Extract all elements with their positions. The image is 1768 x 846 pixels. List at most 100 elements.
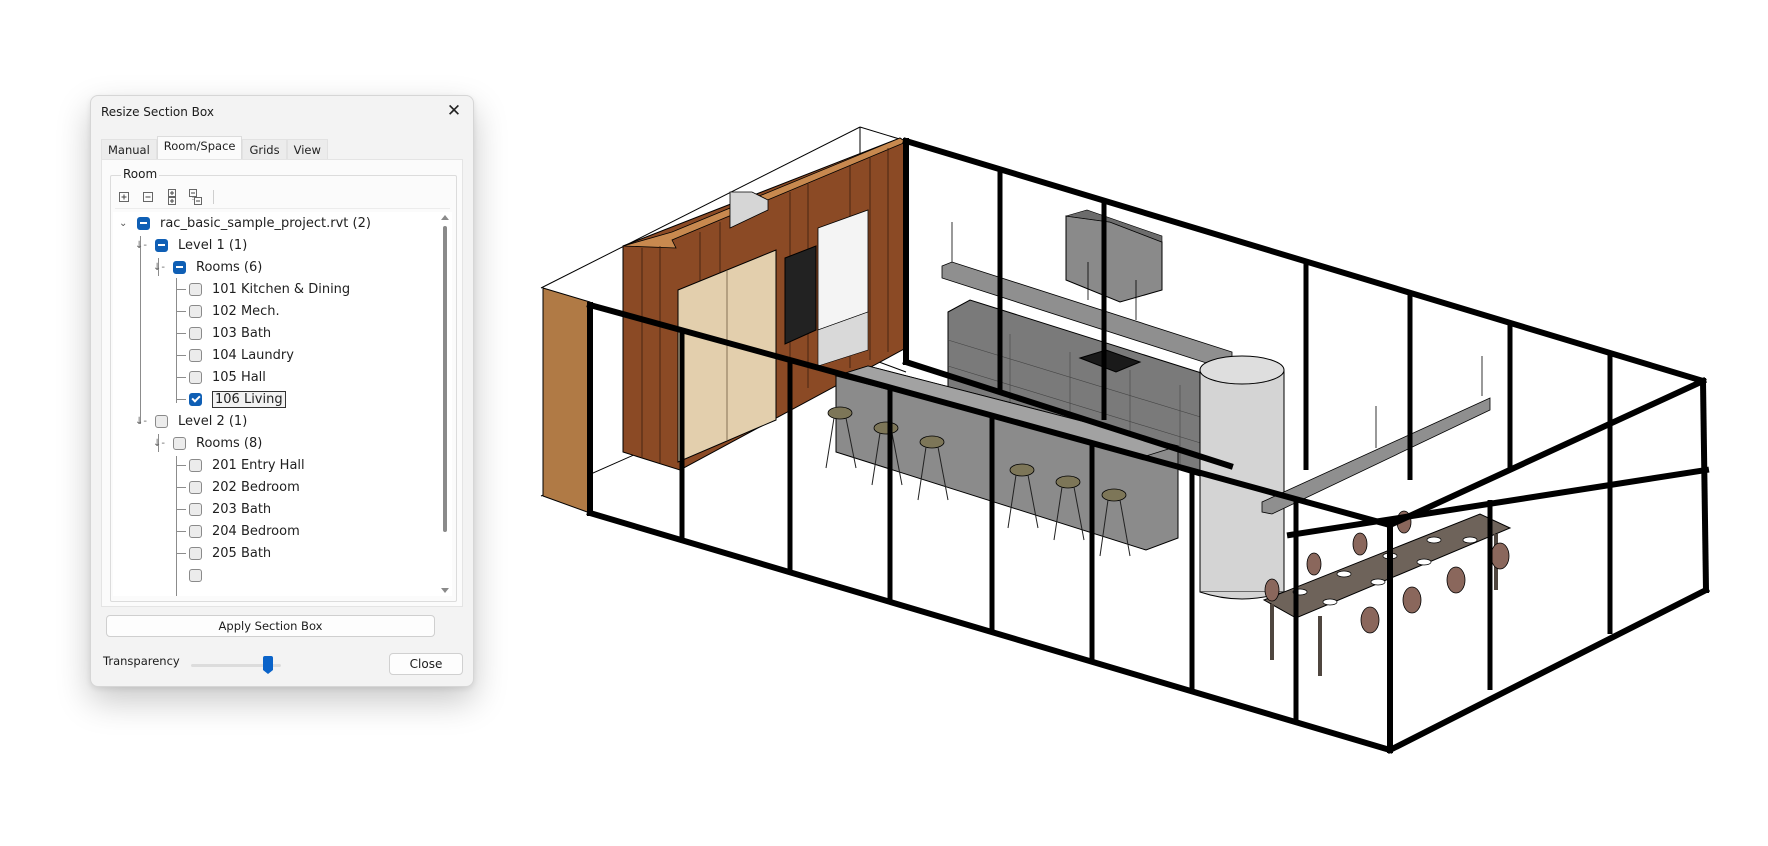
tree-node-level-2[interactable]: ↓- Level 2 (1) xyxy=(135,410,247,432)
room-checkbox[interactable] xyxy=(189,282,202,296)
tree-connector xyxy=(176,333,186,334)
room-label: 101 Kitchen & Dining xyxy=(212,281,351,297)
root-checkbox[interactable] xyxy=(137,216,150,230)
room-checkbox[interactable] xyxy=(189,348,202,362)
scroll-up-icon[interactable] xyxy=(441,215,449,220)
tab-grids[interactable]: Grids xyxy=(242,139,287,161)
rooms-l1-label: Rooms (6) xyxy=(196,259,263,275)
room-checkbox[interactable] xyxy=(189,546,202,560)
tree-node-rooms-l1[interactable]: ↓- Rooms (6) xyxy=(153,256,262,278)
tree-connector xyxy=(176,355,186,356)
room-checkbox[interactable] xyxy=(189,480,202,494)
oven-stack xyxy=(784,245,817,345)
expand-all-icon[interactable] xyxy=(115,188,133,206)
room-checkbox[interactable] xyxy=(189,304,202,318)
room-label: 202 Bedroom xyxy=(212,479,300,495)
tree-connector xyxy=(176,456,177,596)
room-label: 205 Bath xyxy=(212,545,272,561)
level-2-checkbox[interactable] xyxy=(155,414,168,428)
scroll-down-icon[interactable] xyxy=(441,588,449,593)
list-item[interactable]: 101 Kitchen & Dining xyxy=(189,278,350,300)
list-item[interactable]: 204 Bedroom xyxy=(189,520,300,542)
tab-manual[interactable]: Manual xyxy=(101,139,157,161)
level-1-checkbox[interactable] xyxy=(155,238,168,252)
tab-room-space[interactable]: Room/Space xyxy=(156,136,243,161)
tab-bar: Manual Room/Space Grids View xyxy=(101,136,328,161)
room-group-label: Room xyxy=(121,167,160,181)
expand-arrow-icon[interactable]: ↓- xyxy=(135,240,155,251)
room-checkbox[interactable] xyxy=(189,458,202,472)
apply-section-box-button[interactable]: Apply Section Box xyxy=(106,615,435,637)
rooms-l2-checkbox[interactable] xyxy=(173,436,186,450)
tree-connector xyxy=(176,278,177,403)
tree-node-level-1[interactable]: ↓- Level 1 (1) xyxy=(135,234,247,256)
tree-connector xyxy=(140,236,141,424)
transparency-label: Transparency xyxy=(103,654,180,668)
range-hood xyxy=(1065,215,1163,303)
collapse-level-icon[interactable] xyxy=(187,188,205,206)
tree-connector xyxy=(176,553,186,554)
expand-arrow-icon[interactable]: ↓- xyxy=(153,262,173,273)
expand-level-icon[interactable] xyxy=(163,188,181,206)
room-checkbox[interactable] xyxy=(189,568,202,582)
close-icon[interactable]: ✕ xyxy=(443,100,465,122)
room-group: Room ⌄ rac_basic_sample_project.rvt (2) … xyxy=(110,167,457,602)
list-item-partial[interactable] xyxy=(189,564,212,586)
list-item[interactable]: 102 Mech. xyxy=(189,300,280,322)
tree-connector xyxy=(176,289,186,290)
tab-view[interactable]: View xyxy=(286,139,328,161)
room-label: 104 Laundry xyxy=(212,347,294,363)
tree-connector xyxy=(176,509,186,510)
list-item[interactable]: 103 Bath xyxy=(189,322,271,344)
room-label: 106 Living xyxy=(212,390,286,408)
room-label: 103 Bath xyxy=(212,325,272,341)
room-label: 201 Entry Hall xyxy=(212,457,305,473)
tree-connector xyxy=(176,531,186,532)
room-checkbox[interactable] xyxy=(189,392,202,406)
tree-scrollbar[interactable] xyxy=(440,212,450,596)
list-item[interactable]: 105 Hall xyxy=(189,366,266,388)
list-item[interactable]: 104 Laundry xyxy=(189,344,294,366)
room-label: 102 Mech. xyxy=(212,303,280,319)
side-wall-panel xyxy=(542,287,591,514)
resize-section-box-dialog: Resize Section Box ✕ Manual Room/Space G… xyxy=(90,95,474,687)
list-item[interactable]: 203 Bath xyxy=(189,498,271,520)
tree-toolbar xyxy=(115,186,450,209)
3d-viewport[interactable] xyxy=(520,100,1768,800)
rooms-l1-checkbox[interactable] xyxy=(173,260,186,274)
level-2-label: Level 2 (1) xyxy=(178,413,248,429)
fridge-panel xyxy=(817,209,869,331)
list-item[interactable]: 202 Bedroom xyxy=(189,476,300,498)
tab-panel: Room ⌄ rac_basic_sample_project.rvt (2) … xyxy=(101,159,463,637)
room-checkbox[interactable] xyxy=(189,524,202,538)
dialog-title: Resize Section Box xyxy=(101,105,214,119)
list-item[interactable]: 201 Entry Hall xyxy=(189,454,305,476)
close-button[interactable]: Close xyxy=(389,653,463,675)
tree-connector xyxy=(176,465,186,466)
tree-connector xyxy=(176,399,186,400)
room-checkbox[interactable] xyxy=(189,370,202,384)
tree-connector xyxy=(176,487,186,488)
room-label: 203 Bath xyxy=(212,501,272,517)
room-checkbox[interactable] xyxy=(189,326,202,340)
list-item[interactable]: 106 Living xyxy=(189,388,286,410)
tree-node-root[interactable]: ⌄ rac_basic_sample_project.rvt (2) xyxy=(119,212,371,234)
list-item[interactable]: 205 Bath xyxy=(189,542,271,564)
room-label: 204 Bedroom xyxy=(212,523,300,539)
transparency-slider[interactable] xyxy=(191,656,281,675)
tree-connector xyxy=(176,377,186,378)
tree-node-rooms-l2[interactable]: ↓- Rooms (8) xyxy=(153,432,262,454)
root-label: rac_basic_sample_project.rvt (2) xyxy=(160,215,371,231)
expand-arrow-icon[interactable]: ↓- xyxy=(153,438,173,449)
level-1-label: Level 1 (1) xyxy=(178,237,248,253)
room-label: 105 Hall xyxy=(212,369,266,385)
room-checkbox[interactable] xyxy=(189,502,202,516)
scroll-thumb[interactable] xyxy=(443,226,447,532)
collapse-all-icon[interactable] xyxy=(139,188,157,206)
expand-arrow-icon[interactable]: ↓- xyxy=(135,416,155,427)
room-tree[interactable]: ⌄ rac_basic_sample_project.rvt (2) ↓- Le… xyxy=(113,212,452,596)
chevron-down-icon[interactable]: ⌄ xyxy=(119,218,137,229)
tree-connector xyxy=(176,311,186,312)
rooms-l2-label: Rooms (8) xyxy=(196,435,263,451)
slider-thumb[interactable] xyxy=(262,656,273,674)
